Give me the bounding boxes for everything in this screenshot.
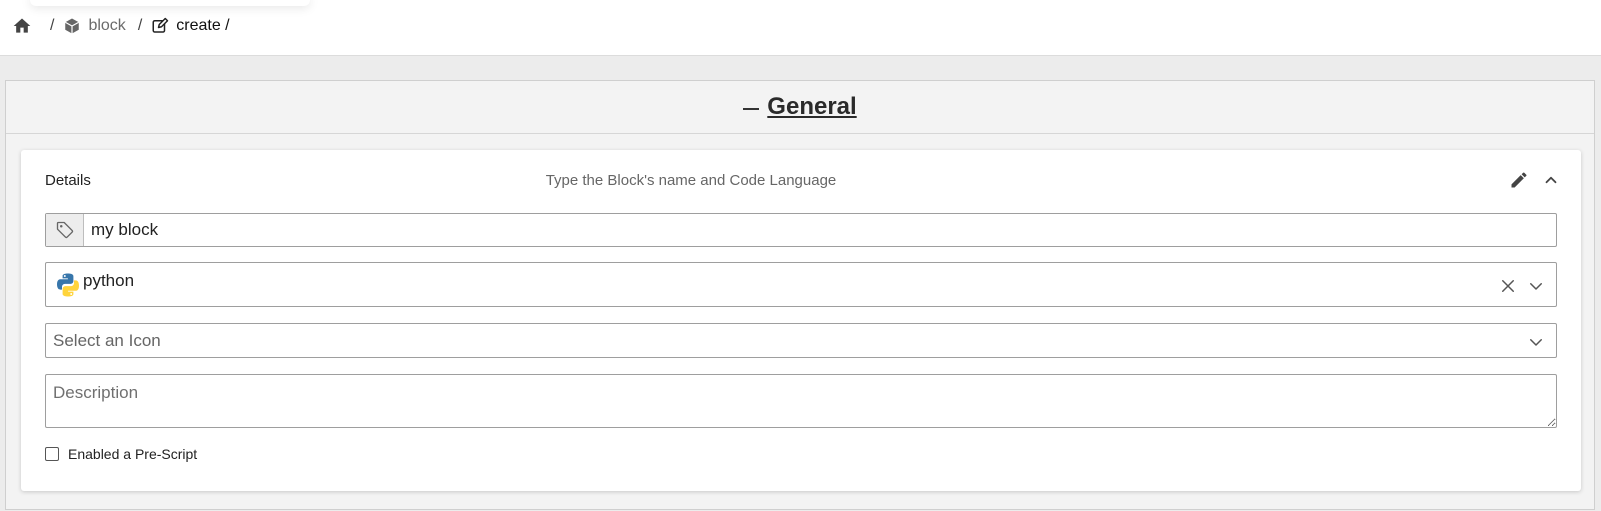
language-select[interactable]: python (45, 262, 1557, 307)
language-value: python (83, 270, 135, 290)
breadcrumb-item-block[interactable]: block (62, 16, 126, 36)
prescript-label: Enabled a Pre-Script (68, 446, 198, 462)
breadcrumb-separator: / (50, 17, 55, 34)
clear-icon[interactable] (1496, 274, 1520, 298)
block-name-input[interactable] (84, 214, 1556, 246)
breadcrumb-item-create: create / (150, 16, 230, 36)
general-toggle[interactable]: General (743, 93, 857, 121)
description-textarea[interactable] (45, 374, 1557, 428)
top-bar: / block / create / (0, 0, 1601, 56)
tag-icon (46, 214, 84, 246)
icon-select-placeholder: Select an Icon (53, 330, 161, 350)
details-card: Details Type the Block's name and Code L… (21, 150, 1581, 491)
breadcrumb-home[interactable] (12, 16, 38, 36)
python-logo-icon (55, 272, 81, 298)
general-title: General (767, 93, 857, 120)
general-panel: General Details Type the Block's name an… (5, 80, 1595, 510)
card-actions (1499, 168, 1563, 192)
breadcrumb-label-block: block (88, 17, 126, 34)
pencil-icon[interactable] (1507, 168, 1531, 192)
breadcrumb: / block / create / (12, 14, 230, 38)
block-name-field (45, 213, 1557, 247)
prescript-toggle[interactable]: Enabled a Pre-Script (45, 446, 197, 462)
icon-select[interactable]: Select an Icon (45, 323, 1557, 358)
chevron-up-icon[interactable] (1539, 168, 1563, 192)
chevron-down-icon[interactable] (1524, 274, 1548, 298)
chevron-down-icon[interactable] (1524, 330, 1548, 354)
general-header: General (6, 81, 1594, 134)
cube-icon (62, 16, 82, 36)
details-subtitle: Type the Block's name and Code Language (545, 172, 837, 189)
prescript-checkbox[interactable] (45, 447, 59, 461)
minus-icon (743, 108, 760, 110)
breadcrumb-label-create: create / (176, 17, 230, 34)
tab-shadow (30, 0, 310, 6)
edit-icon (150, 16, 170, 36)
home-icon (12, 16, 32, 36)
breadcrumb-separator: / (137, 17, 143, 34)
